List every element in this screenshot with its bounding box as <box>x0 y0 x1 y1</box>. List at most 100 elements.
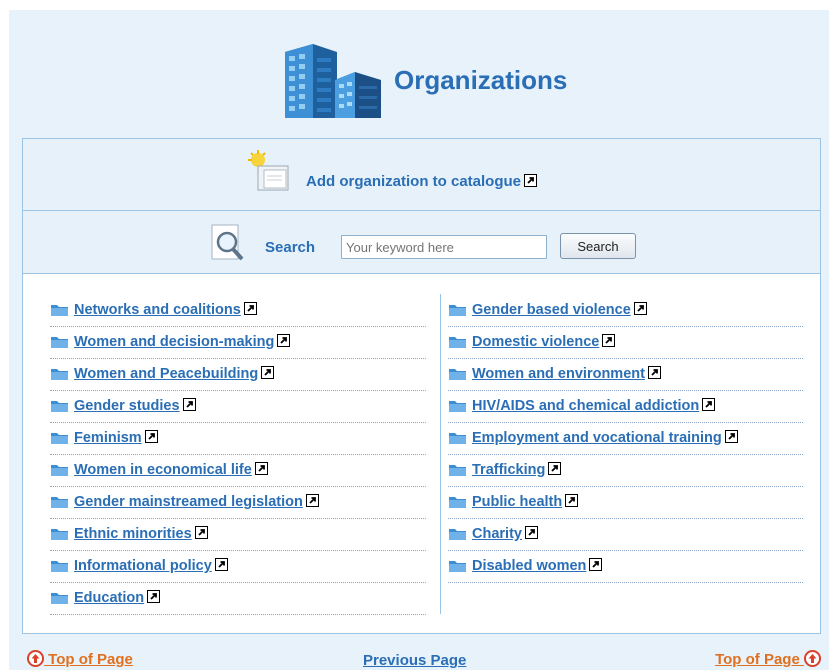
new-document-icon <box>248 150 289 191</box>
folder-icon <box>449 561 466 572</box>
page-title: Organizations <box>394 65 568 95</box>
folder-icon <box>51 433 68 444</box>
folder-icon <box>449 337 466 348</box>
category-item[interactable]: Education <box>50 583 426 615</box>
external-link-icon <box>524 526 538 539</box>
category-link[interactable]: Feminism <box>74 430 158 446</box>
category-link[interactable]: Education <box>74 590 161 606</box>
external-link-icon <box>305 494 319 507</box>
search-button[interactable]: Search <box>560 233 636 259</box>
external-link-icon <box>589 558 603 571</box>
category-link[interactable]: Public health <box>472 494 579 510</box>
folder-icon <box>449 305 466 316</box>
category-list-left: Networks and coalitions Women and decisio… <box>50 295 426 615</box>
external-link-icon <box>182 398 196 411</box>
category-item[interactable]: Women and decision-making <box>50 327 426 359</box>
folder-icon <box>449 529 466 540</box>
folder-icon <box>51 497 68 508</box>
external-link-icon <box>524 174 538 187</box>
category-item[interactable]: Women in economical life <box>50 455 426 487</box>
folder-icon <box>51 561 68 572</box>
search-label: Search <box>265 239 316 256</box>
category-item[interactable]: Trafficking <box>448 455 803 487</box>
category-item[interactable]: Gender mainstreamed legislation <box>50 487 426 519</box>
category-link[interactable]: Domestic violence <box>472 334 616 350</box>
category-label: Women in economical life <box>74 462 252 478</box>
category-label: Women and Peacebuilding <box>74 366 259 382</box>
external-link-icon <box>147 590 161 603</box>
external-link-icon <box>565 494 579 507</box>
external-link-icon <box>243 302 257 315</box>
category-list-right: Gender based violence Domestic violence Wo… <box>448 295 803 583</box>
search-row: Search Search <box>23 211 820 274</box>
column-divider <box>440 294 441 614</box>
folder-icon <box>51 401 68 412</box>
category-item[interactable]: Women and Peacebuilding <box>50 359 426 391</box>
category-link[interactable]: Networks and coalitions <box>74 302 257 318</box>
category-item[interactable]: Networks and coalitions <box>50 295 426 327</box>
category-item[interactable]: Gender studies <box>50 391 426 423</box>
category-item[interactable]: Informational policy <box>50 551 426 583</box>
organizations-panel: Add organization to catalogue Search Sea… <box>22 138 821 634</box>
folder-icon <box>449 465 466 476</box>
category-label: Feminism <box>74 430 142 446</box>
page-header: Organizations <box>9 10 829 135</box>
arrow-up-icon <box>27 650 44 667</box>
category-link[interactable]: Disabled women <box>472 558 603 574</box>
external-link-icon <box>144 430 158 443</box>
category-item[interactable]: Domestic violence <box>448 327 803 359</box>
add-organization-row: Add organization to catalogue <box>23 139 820 211</box>
external-link-icon <box>254 462 268 475</box>
category-label: Domestic violence <box>472 334 600 350</box>
category-link[interactable]: Charity <box>472 526 538 542</box>
external-link-icon <box>214 558 228 571</box>
category-link[interactable]: Employment and vocational training <box>472 430 738 446</box>
top-of-page-label: Top of Page <box>48 651 133 668</box>
category-label: Disabled women <box>472 558 587 574</box>
category-link[interactable]: Gender studies <box>74 398 196 414</box>
add-organization-link[interactable]: Add organization to catalogue <box>306 173 538 190</box>
category-link[interactable]: Women and decision-making <box>74 334 291 350</box>
category-label: Charity <box>472 526 522 542</box>
category-link[interactable]: Trafficking <box>472 462 562 478</box>
category-link[interactable]: Women and Peacebuilding <box>74 366 275 382</box>
folder-icon <box>51 465 68 476</box>
category-item[interactable]: Charity <box>448 519 803 551</box>
folder-icon <box>51 529 68 540</box>
external-link-icon <box>602 334 616 347</box>
category-link[interactable]: Ethnic minorities <box>74 526 208 542</box>
category-link[interactable]: Gender mainstreamed legislation <box>74 494 319 510</box>
search-input[interactable] <box>341 235 547 259</box>
category-link[interactable]: Women in economical life <box>74 462 268 478</box>
category-label: Networks and coalitions <box>74 302 241 318</box>
folder-icon <box>449 401 466 412</box>
external-link-icon <box>261 366 275 379</box>
previous-page-link[interactable]: Previous Page <box>363 652 466 669</box>
category-item[interactable]: Ethnic minorities <box>50 519 426 551</box>
category-label: Ethnic minorities <box>74 526 192 542</box>
category-item[interactable]: Women and environment <box>448 359 803 391</box>
external-link-icon <box>548 462 562 475</box>
category-link[interactable]: HIV/AIDS and chemical addiction <box>472 398 716 414</box>
external-link-icon <box>633 302 647 315</box>
category-label: Gender based violence <box>472 302 631 318</box>
category-item[interactable]: Gender based violence <box>448 295 803 327</box>
external-link-icon <box>647 366 661 379</box>
category-item[interactable]: HIV/AIDS and chemical addiction <box>448 391 803 423</box>
category-label: Employment and vocational training <box>472 430 722 446</box>
category-link[interactable]: Gender based violence <box>472 302 647 318</box>
buildings-icon <box>285 44 381 118</box>
category-item[interactable]: Feminism <box>50 423 426 455</box>
category-item[interactable]: Public health <box>448 487 803 519</box>
top-of-page-link-right[interactable]: Top of Page <box>715 650 821 668</box>
category-item[interactable]: Employment and vocational training <box>448 423 803 455</box>
category-label: HIV/AIDS and chemical addiction <box>472 398 700 414</box>
category-link[interactable]: Informational policy <box>74 558 228 574</box>
category-link[interactable]: Women and environment <box>472 366 661 382</box>
category-label: Women and environment <box>472 366 645 382</box>
arrow-up-icon <box>804 650 821 667</box>
top-of-page-label: Top of Page <box>715 651 800 668</box>
category-item[interactable]: Disabled women <box>448 551 803 583</box>
top-of-page-link-left[interactable]: Top of Page <box>27 650 133 668</box>
external-link-icon <box>724 430 738 443</box>
